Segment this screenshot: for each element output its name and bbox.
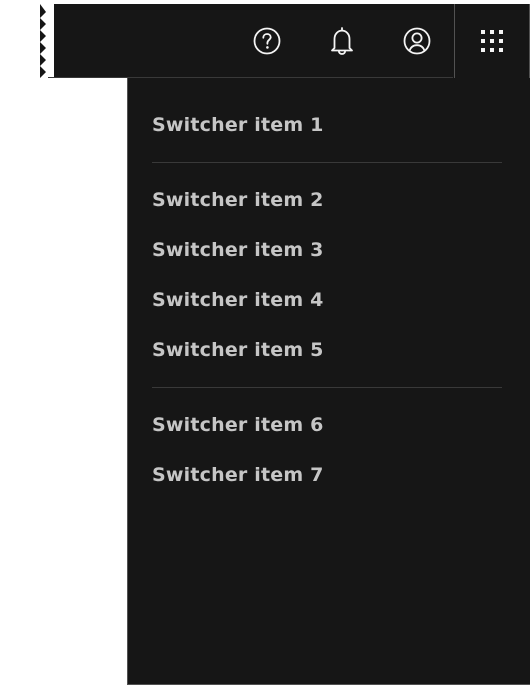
switcher-item-6[interactable]: Switcher item 6 — [152, 400, 502, 450]
switcher-item-2[interactable]: Switcher item 2 — [152, 175, 502, 225]
torn-edge-decoration — [40, 4, 54, 78]
switcher-divider — [152, 162, 502, 163]
page: Switcher item 1 Switcher item 2 Switcher… — [0, 0, 530, 687]
app-switcher-grid-icon — [481, 30, 503, 52]
help-icon — [253, 27, 280, 55]
switcher-item-1[interactable]: Switcher item 1 — [152, 100, 502, 150]
bell-icon — [330, 27, 353, 55]
switcher-item-3[interactable]: Switcher item 3 — [152, 225, 502, 275]
user-button[interactable] — [379, 4, 454, 78]
switcher-panel: Switcher item 1 Switcher item 2 Switcher… — [127, 78, 530, 685]
header-bar — [40, 4, 530, 79]
user-avatar-icon — [403, 27, 430, 55]
switcher-item-5[interactable]: Switcher item 5 — [152, 325, 502, 375]
notifications-button[interactable] — [304, 4, 379, 78]
switcher-divider — [152, 387, 502, 388]
switcher-button[interactable] — [454, 4, 530, 79]
header-actions — [229, 4, 530, 79]
help-button[interactable] — [229, 4, 304, 78]
switcher-list: Switcher item 1 Switcher item 2 Switcher… — [152, 100, 502, 500]
switcher-item-4[interactable]: Switcher item 4 — [152, 275, 502, 325]
switcher-item-7[interactable]: Switcher item 7 — [152, 450, 502, 500]
